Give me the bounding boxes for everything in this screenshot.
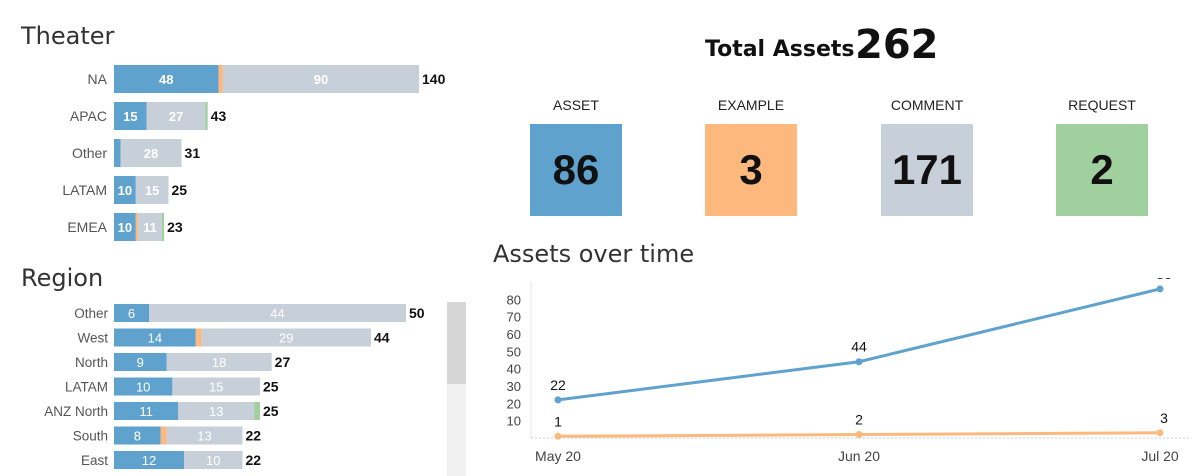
- y-tick-label: 10: [507, 414, 521, 429]
- region-scrollbar[interactable]: [447, 302, 466, 476]
- assets-over-time-chart: 10 20 30 40 50 60 70 80 May 20 Jun 20 Jul 20 22 44 86…: [507, 278, 1190, 464]
- bar-value-label: 18: [212, 355, 226, 370]
- category-label: West: [77, 331, 108, 346]
- bar-value-label: 15: [123, 109, 137, 124]
- category-label: Other: [74, 306, 108, 321]
- theater-bar-chart: NA 48 90 140 APAC 15 27 43 Other 28 31 LATAM 10 15 25 E…: [62, 65, 446, 241]
- series-point: [855, 358, 863, 366]
- bar-value-label: 15: [145, 183, 159, 198]
- bar-value-label: 14: [148, 331, 162, 346]
- bar-value-label: 6: [128, 306, 135, 321]
- bar-segment: [160, 426, 167, 445]
- theater-title: Theater: [21, 22, 115, 50]
- kpi-comment-label: COMMENT: [890, 97, 964, 113]
- bar-total-label: 25: [263, 403, 279, 419]
- x-tick-label: Jul 20: [1141, 448, 1179, 464]
- bar-value-label: 27: [169, 109, 183, 124]
- category-label: EMEA: [67, 219, 107, 235]
- series-point: [855, 431, 863, 439]
- category-label: South: [73, 429, 108, 444]
- bar-value-label: 8: [134, 429, 141, 444]
- bar-segment: [254, 402, 260, 420]
- bar-total-label: 44: [374, 330, 390, 346]
- total-assets-label: Total Assets: [705, 37, 855, 62]
- bar-total-label: 140: [422, 71, 446, 87]
- region-scroll-thumb[interactable]: [447, 302, 466, 384]
- point-label: 44: [851, 339, 867, 355]
- kpi-comment-box[interactable]: 171: [881, 124, 973, 216]
- bar-value-label: 48: [159, 72, 173, 87]
- y-tick-label: 50: [507, 344, 521, 359]
- kpi-asset-label: ASSET: [553, 97, 599, 113]
- bar-total-label: 31: [185, 145, 201, 161]
- bar-total-label: 43: [211, 108, 227, 124]
- y-tick-label: 70: [507, 310, 521, 325]
- bar-total-label: 23: [167, 219, 183, 235]
- assets-over-time-title: Assets over time: [493, 240, 695, 268]
- bar-value-label: 13: [197, 429, 211, 444]
- bar-value-label: 11: [143, 220, 157, 235]
- x-tick-label: May 20: [535, 448, 581, 464]
- kpi-request-label: REQUEST: [1068, 97, 1136, 113]
- bar-total-label: 27: [275, 354, 291, 370]
- series-point: [1156, 429, 1164, 437]
- kpi-asset-box[interactable]: 86: [530, 124, 622, 216]
- bar-value-label: 9: [137, 355, 144, 370]
- bar-value-label: 10: [118, 220, 132, 235]
- bar-value-label: 15: [209, 380, 223, 395]
- x-tick-label: Jun 20: [838, 448, 880, 464]
- bar-value-label: 11: [139, 404, 153, 419]
- y-tick-label: 80: [507, 292, 521, 307]
- point-label: 1: [554, 413, 562, 429]
- bar-value-label: 28: [144, 146, 158, 161]
- category-label: APAC: [70, 108, 107, 124]
- bar-value-label: 13: [209, 404, 223, 419]
- bar-segment: [195, 328, 202, 347]
- bar-value-label: 10: [118, 183, 132, 198]
- bar-value-label: 12: [142, 453, 156, 468]
- series-point: [1156, 285, 1164, 293]
- bar-segment: [135, 213, 138, 241]
- kpi-request-box[interactable]: 2: [1056, 124, 1148, 216]
- bar-total-label: 22: [245, 428, 261, 444]
- total-assets-value: 262: [855, 22, 939, 68]
- bar-total-label: 22: [245, 452, 261, 468]
- point-label: 2: [855, 412, 863, 428]
- bar-total-label: 25: [263, 379, 279, 395]
- series-point: [554, 396, 562, 404]
- point-label: 86: [1156, 278, 1172, 282]
- bar-total-label: 25: [171, 182, 187, 198]
- kpi-example-box[interactable]: 3: [705, 124, 797, 216]
- bar-value-label: 44: [270, 306, 284, 321]
- region-title: Region: [21, 264, 104, 292]
- category-label: East: [81, 453, 108, 468]
- bar-value-label: 10: [206, 453, 220, 468]
- y-tick-label: 20: [507, 396, 521, 411]
- bar-value-label: 10: [136, 380, 150, 395]
- category-label: LATAM: [65, 380, 108, 395]
- category-label: NA: [88, 71, 108, 87]
- series-point: [554, 432, 562, 440]
- kpi-example-label: EXAMPLE: [717, 97, 785, 113]
- y-tick-label: 40: [507, 362, 521, 377]
- y-tick-label: 30: [507, 379, 521, 394]
- point-label: 3: [1160, 410, 1168, 426]
- bar-value-label: 29: [279, 331, 293, 346]
- point-label: 22: [550, 377, 566, 393]
- y-tick-label: 60: [507, 327, 521, 342]
- bar-segment: [161, 213, 165, 241]
- category-label: North: [75, 355, 108, 370]
- bar-value-label: 90: [314, 72, 328, 87]
- bar-segment: [114, 139, 121, 167]
- bar-segment: [205, 102, 208, 130]
- category-label: ANZ North: [44, 404, 108, 419]
- category-label: Other: [72, 145, 107, 161]
- region-bar-chart: Other 6 44 50 West 14 29 44 North 9 18 27 LATAM 10 15 2…: [44, 304, 425, 469]
- bar-total-label: 50: [409, 305, 425, 321]
- category-label: LATAM: [62, 182, 107, 198]
- bar-segment: [218, 65, 223, 93]
